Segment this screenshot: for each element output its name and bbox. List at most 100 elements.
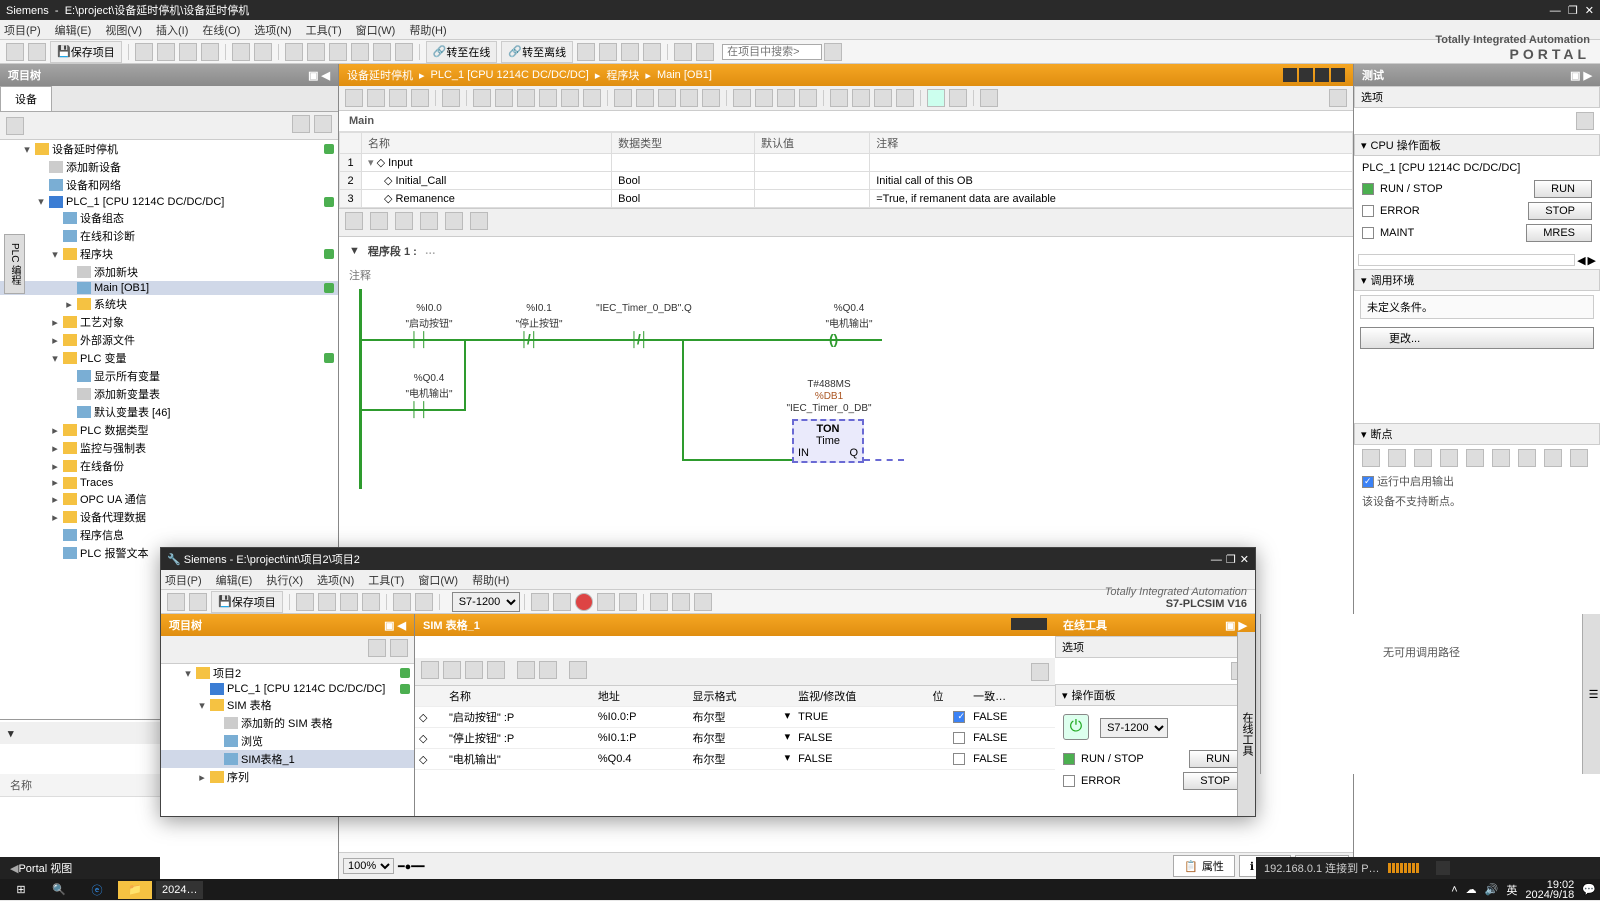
tree-item[interactable]: 在线和诊断 (0, 227, 338, 245)
et15-icon[interactable] (680, 89, 698, 107)
project-search-input[interactable] (722, 44, 822, 60)
undo-icon[interactable] (232, 43, 250, 61)
bp5-icon[interactable] (1466, 449, 1484, 467)
sim-del-icon[interactable] (362, 593, 380, 611)
bp3-icon[interactable] (1414, 449, 1432, 467)
sim-l3-icon[interactable] (694, 593, 712, 611)
tree-item[interactable]: ▾SIM 表格 (161, 696, 414, 714)
tray-vol-icon[interactable]: 🔊 (1485, 883, 1499, 896)
bp6-icon[interactable] (1492, 449, 1510, 467)
tree-tool-icon[interactable] (6, 117, 24, 135)
tab-devices[interactable]: 设备 (0, 86, 52, 111)
sim-pause-icon[interactable] (619, 593, 637, 611)
save-project-button[interactable]: 💾 保存项目 (50, 41, 122, 63)
sim-max-icon[interactable]: ❐ (1226, 554, 1236, 566)
menu-help[interactable]: 帮助(H) (409, 22, 446, 38)
network-comment[interactable]: 注释 (339, 265, 1353, 285)
sim-stop-icon[interactable] (597, 593, 615, 611)
ed-close-icon[interactable] (1331, 68, 1345, 82)
et13-icon[interactable] (636, 89, 654, 107)
menu-tools[interactable]: 工具(T) (306, 22, 342, 38)
branch2-icon[interactable] (470, 212, 488, 230)
stt5-icon[interactable] (517, 661, 535, 679)
tree-item[interactable]: ▸工艺对象 (0, 313, 338, 331)
et4-icon[interactable] (411, 89, 429, 107)
sim-undo-icon[interactable] (393, 593, 411, 611)
stt4-icon[interactable] (487, 661, 505, 679)
ladder-diagram[interactable]: %I0.0 "启动按钮" ┤ ├ %I0.1 "停止按钮" ┤/├ "IEC_T… (349, 289, 1343, 489)
breadcrumb-project[interactable]: 设备延时停机 (347, 67, 413, 83)
menu-options[interactable]: 选项(N) (254, 22, 291, 38)
et17-icon[interactable] (733, 89, 751, 107)
et-expand-icon[interactable] (1329, 89, 1347, 107)
tree-view1-icon[interactable] (292, 115, 310, 133)
run-button[interactable]: RUN (1534, 180, 1592, 198)
tree-item[interactable]: 添加新的 SIM 表格 (161, 714, 414, 732)
et14-icon[interactable] (658, 89, 676, 107)
coil-icon[interactable] (395, 212, 413, 230)
sim-menu-edit[interactable]: 编辑(E) (216, 572, 253, 588)
tree-item[interactable]: 程序信息 (0, 526, 338, 544)
sim-online-tools-vtab[interactable]: 在线工具 (1237, 632, 1255, 816)
search-icon[interactable] (824, 43, 842, 61)
tool-icon[interactable] (577, 43, 595, 61)
sim-project-tree[interactable]: ▾项目2PLC_1 [CPU 1214C DC/DC/DC]▾SIM 表格添加新… (161, 664, 414, 816)
sim-copy-icon[interactable] (318, 593, 336, 611)
sim-l2-icon[interactable] (672, 593, 690, 611)
edge-icon[interactable]: ⓔ (80, 881, 114, 899)
breadcrumb-plc[interactable]: PLC_1 [CPU 1214C DC/DC/DC] (431, 69, 589, 81)
tray-up-icon[interactable]: ˄ (1451, 884, 1457, 896)
delete-icon[interactable] (201, 43, 219, 61)
no-contact-icon[interactable] (345, 212, 363, 230)
tree-item[interactable]: 添加新设备 (0, 158, 338, 176)
collapse-icon[interactable]: ▣ ◀ (308, 69, 330, 82)
tree-item[interactable]: 添加新变量表 (0, 385, 338, 403)
menu-window[interactable]: 窗口(W) (356, 22, 396, 38)
plc-programming-vtab[interactable]: PLC 编程 (4, 234, 25, 294)
sim-table-row[interactable]: ◇"电机输出"%Q0.4布尔型 ▾FALSEFALSE (415, 749, 1055, 770)
sim-options-header[interactable]: 选项 (1055, 636, 1255, 658)
clock[interactable]: 19:022024/9/18 (1525, 880, 1574, 900)
tree-item[interactable]: ▸OPC UA 通信 (0, 490, 338, 508)
menu-online[interactable]: 在线(O) (202, 22, 240, 38)
sim-l1-icon[interactable] (650, 593, 668, 611)
stop-icon[interactable] (395, 43, 413, 61)
tray-cloud-icon[interactable]: ☁ (1466, 883, 1477, 896)
et20-icon[interactable] (799, 89, 817, 107)
bp9-icon[interactable] (1570, 449, 1588, 467)
upload-icon[interactable] (307, 43, 325, 61)
open-project-icon[interactable] (28, 43, 46, 61)
split-icon[interactable] (674, 43, 692, 61)
tree-item[interactable]: ▾PLC 变量 (0, 349, 338, 367)
breadcrumb-blocks[interactable]: 程序块 (606, 67, 639, 83)
et24-icon[interactable] (896, 89, 914, 107)
sim-cpu-select[interactable]: S7-1200 (452, 592, 520, 612)
sim-tv2-icon[interactable] (390, 639, 408, 657)
stt1-icon[interactable] (421, 661, 439, 679)
power-button[interactable]: ⏻ (1063, 714, 1089, 740)
tree-item[interactable]: ▸系统块 (0, 295, 338, 313)
et-icon[interactable] (345, 89, 363, 107)
sim-menu-options[interactable]: 选项(N) (317, 572, 354, 588)
options-header[interactable]: 选项 (1354, 86, 1600, 108)
et7-icon[interactable] (495, 89, 513, 107)
download-icon[interactable] (285, 43, 303, 61)
tree-item[interactable]: ▸在线备份 (0, 457, 338, 475)
bp8-icon[interactable] (1544, 449, 1562, 467)
paste-icon[interactable] (179, 43, 197, 61)
sim-table-row[interactable]: ◇"启动按钮" :P%I0.0:P布尔型 ▾TRUEFALSE (415, 707, 1055, 728)
sim-redo-icon[interactable] (415, 593, 433, 611)
bp-enable-checkbox[interactable] (1362, 476, 1374, 488)
sim-cut-icon[interactable] (296, 593, 314, 611)
sim-menu-project[interactable]: 项目(P) (165, 572, 202, 588)
sim-menu-tools[interactable]: 工具(T) (368, 572, 404, 588)
notification-icon[interactable]: 💬 (1582, 883, 1596, 896)
sim-t1-icon[interactable] (531, 593, 549, 611)
tree-item[interactable]: 设备和网络 (0, 176, 338, 194)
bp7-icon[interactable] (1518, 449, 1536, 467)
et5-icon[interactable] (442, 89, 460, 107)
sim-menu-exec[interactable]: 执行(X) (266, 572, 303, 588)
go-online-button[interactable]: 🔗 转至在线 (426, 41, 498, 63)
et9-icon[interactable] (539, 89, 557, 107)
stt2-icon[interactable] (443, 661, 461, 679)
